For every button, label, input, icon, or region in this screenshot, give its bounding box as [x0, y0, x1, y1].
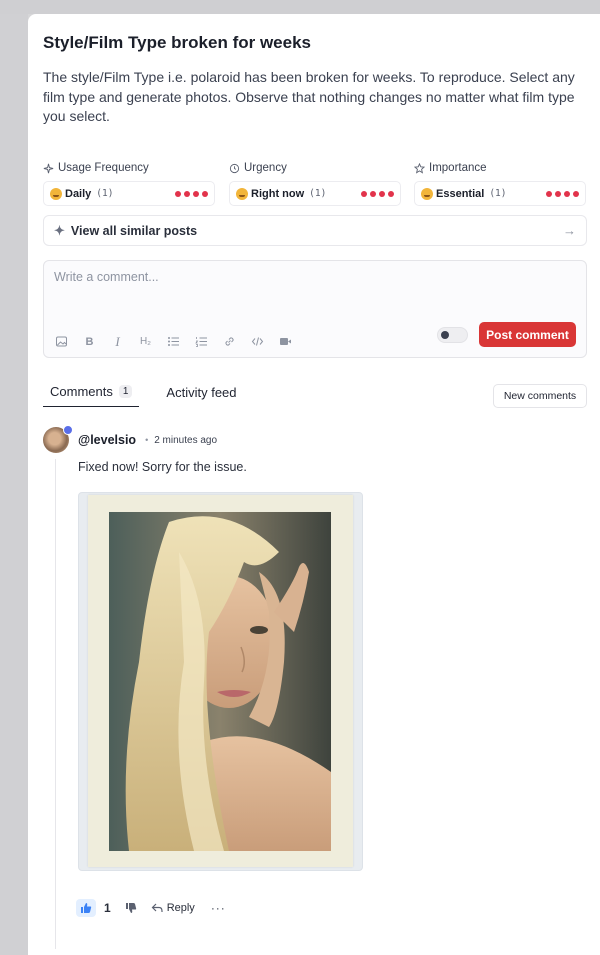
meta-count: (1) [96, 188, 114, 199]
thumbs-up-icon[interactable] [76, 899, 96, 917]
numbered-list-icon[interactable] [194, 334, 209, 349]
separator-dot: • [145, 435, 149, 445]
video-icon[interactable] [278, 334, 293, 349]
bullet-list-icon[interactable] [166, 334, 181, 349]
verified-badge-icon [63, 425, 73, 435]
heading-icon[interactable]: H₂ [138, 334, 153, 349]
meta-label-text: Urgency [244, 162, 287, 174]
thread-line [55, 459, 56, 949]
bold-icon[interactable]: B [82, 334, 97, 349]
level-dots [175, 190, 208, 197]
sparkle-icon [43, 163, 54, 173]
view-similar-posts-button[interactable]: ✦ View all similar posts → [43, 215, 587, 246]
post-description: The style/Film Type i.e. polaroid has be… [43, 69, 575, 124]
post-modal: Style/Film Type broken for weeks The sty… [28, 14, 600, 955]
thumbs-down-icon[interactable] [123, 900, 139, 916]
meta-value-box[interactable]: Essential (1) [414, 181, 586, 206]
post-comment-button[interactable]: Post comment [479, 322, 576, 347]
meta-value: Essential [436, 187, 485, 200]
meta-value: Right now [251, 187, 305, 200]
meta-value-box[interactable]: Right now (1) [229, 181, 401, 206]
comment-attachment-image[interactable] [78, 492, 363, 871]
tab-activity-feed[interactable]: Activity feed [159, 384, 243, 407]
meta-urgency: Urgency Right now (1) [229, 160, 401, 206]
meta-usage-frequency: Usage Frequency Daily (1) [43, 160, 215, 206]
editor-toolbar: B I H₂ [54, 334, 293, 349]
backdrop-header [0, 0, 600, 14]
polaroid-frame [88, 495, 353, 867]
comment-username[interactable]: @levelsio [78, 433, 136, 447]
reply-label: Reply [166, 902, 195, 914]
code-icon[interactable] [250, 334, 265, 349]
comment-header: @levelsio • 2 minutes ago [78, 433, 217, 447]
meta-value-box[interactable]: Daily (1) [43, 181, 215, 206]
tab-comments-label: Comments [50, 384, 113, 399]
emoji-icon [50, 187, 62, 200]
image-icon[interactable] [54, 334, 69, 349]
meta-label-text: Importance [429, 162, 487, 174]
comment-actions: 1 Reply ··· [76, 899, 226, 917]
photo-content [109, 512, 331, 851]
like-count: 1 [104, 901, 111, 915]
post-title: Style/Film Type broken for weeks [43, 33, 311, 52]
eye-icon [441, 331, 449, 339]
comment-tabs: Comments 1 Activity feed [43, 384, 244, 407]
comment-timestamp: 2 minutes ago [154, 434, 218, 446]
meta-count: (1) [309, 188, 327, 199]
meta-label-text: Usage Frequency [58, 162, 149, 174]
arrow-right-icon: → [563, 223, 576, 238]
similar-label: View all similar posts [70, 223, 198, 238]
star-icon [414, 162, 425, 174]
level-dots [546, 190, 579, 197]
tab-comments[interactable]: Comments 1 [43, 384, 140, 407]
preview-toggle[interactable] [437, 327, 468, 343]
meta-count: (1) [489, 188, 507, 199]
reply-button[interactable]: Reply [151, 902, 195, 914]
comment-editor[interactable]: Write a comment... B I H₂ Post comment [43, 260, 587, 358]
tab-activity-label: Activity feed [166, 384, 237, 400]
level-dots [361, 190, 394, 197]
backdrop-sidebar [0, 14, 28, 955]
clock-icon [229, 163, 240, 173]
emoji-icon [421, 187, 433, 200]
new-comments-button[interactable]: New comments [493, 384, 587, 408]
sparkles-icon: ✦ [54, 222, 65, 238]
italic-icon[interactable]: I [110, 334, 125, 349]
portrait-illustration [109, 512, 331, 851]
meta-importance: Importance Essential (1) [414, 160, 586, 206]
comments-count-badge: 1 [118, 385, 133, 398]
comment-input-placeholder[interactable]: Write a comment... [54, 270, 159, 284]
emoji-icon [236, 187, 248, 200]
link-icon[interactable] [222, 334, 237, 349]
reply-icon [151, 903, 163, 912]
meta-value: Daily [65, 187, 92, 200]
more-options-icon[interactable]: ··· [211, 901, 226, 915]
comment-body: Fixed now! Sorry for the issue. [78, 460, 247, 474]
